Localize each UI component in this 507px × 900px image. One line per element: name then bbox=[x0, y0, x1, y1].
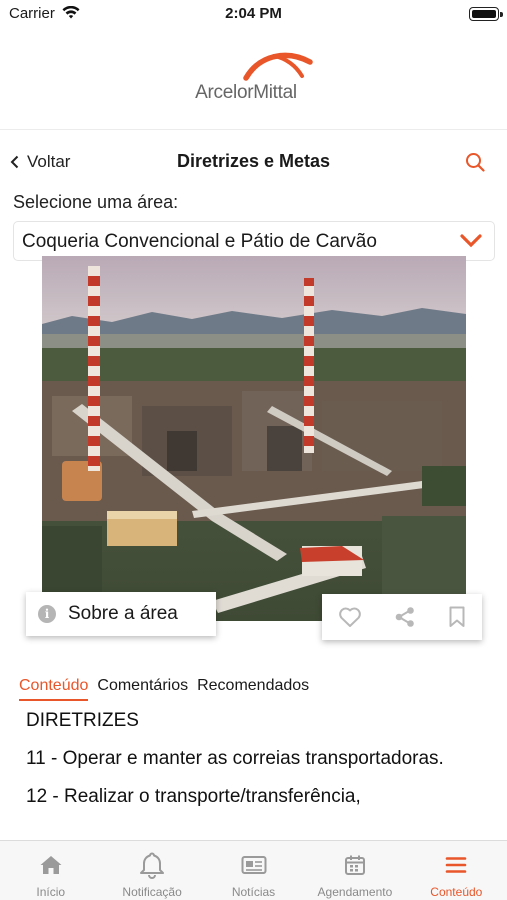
brand-header: ArcelorMittal bbox=[0, 44, 507, 130]
battery-icon bbox=[469, 7, 503, 21]
tabbar-item-noticias[interactable]: Notícias bbox=[203, 841, 304, 900]
calendar-icon bbox=[344, 851, 366, 879]
content-item: 11 - Operar e manter as correias transpo… bbox=[26, 748, 444, 769]
about-area-button[interactable]: i Sobre a área bbox=[26, 592, 216, 636]
tabbar-label: Conteúdo bbox=[430, 885, 483, 899]
content-actions bbox=[322, 594, 482, 640]
bookmark-button[interactable] bbox=[448, 606, 466, 628]
tabbar-label: Notificação bbox=[122, 885, 182, 899]
tabbar-item-conteudo[interactable]: Conteúdo bbox=[406, 841, 507, 900]
tabbar-label: Início bbox=[36, 885, 66, 899]
tab-recomendados[interactable]: Recomendados bbox=[197, 677, 309, 701]
area-select-label: Selecione uma área: bbox=[13, 192, 179, 212]
menu-icon bbox=[445, 851, 467, 879]
tabbar-item-agendamento[interactable]: Agendamento bbox=[304, 841, 405, 900]
newspaper-icon bbox=[241, 851, 267, 879]
share-icon bbox=[395, 607, 414, 627]
area-photo bbox=[42, 256, 466, 621]
tab-conteudo[interactable]: Conteúdo bbox=[19, 677, 89, 701]
info-icon: i bbox=[38, 605, 56, 623]
tabbar-item-notificacao[interactable]: Notificação bbox=[101, 841, 202, 900]
tab-comentarios[interactable]: Comentários bbox=[97, 677, 188, 701]
content-body: DIRETRIZES 11 - Operar e manter as corre… bbox=[26, 709, 486, 823]
arcelormittal-logo-icon bbox=[243, 52, 313, 81]
bookmark-icon bbox=[449, 606, 465, 627]
chevron-down-icon bbox=[460, 234, 482, 248]
brand-name: ArcelorMittal bbox=[195, 82, 297, 103]
tabbar-label: Agendamento bbox=[317, 885, 393, 899]
bottom-tab-bar: Início Notificação Notícias Agendamento … bbox=[0, 840, 507, 900]
share-button[interactable] bbox=[394, 606, 416, 628]
search-icon[interactable] bbox=[465, 152, 485, 177]
like-button[interactable] bbox=[338, 606, 362, 628]
bell-icon bbox=[139, 851, 165, 879]
heart-icon bbox=[339, 607, 361, 627]
area-dropdown[interactable]: Coqueria Convencional e Pátio de Carvão bbox=[13, 221, 495, 261]
area-selected-value: Coqueria Convencional e Pátio de Carvão bbox=[22, 231, 377, 252]
tabbar-label: Notícias bbox=[231, 885, 276, 899]
page-title: Diretrizes e Metas bbox=[176, 151, 331, 171]
content-tabs: Conteúdo Comentários Recomendados bbox=[19, 677, 309, 701]
status-bar: Carrier 2:04 PM bbox=[0, 0, 507, 30]
content-item: 12 - Realizar o transporte/transferência… bbox=[26, 786, 361, 807]
content-heading: DIRETRIZES bbox=[26, 710, 139, 731]
nav-bar: Voltar Diretrizes e Metas bbox=[0, 140, 507, 182]
clock: 2:04 PM bbox=[225, 5, 282, 22]
home-icon bbox=[39, 851, 63, 879]
tabbar-item-inicio[interactable]: Início bbox=[0, 841, 101, 900]
about-area-label: Sobre a área bbox=[68, 603, 178, 624]
